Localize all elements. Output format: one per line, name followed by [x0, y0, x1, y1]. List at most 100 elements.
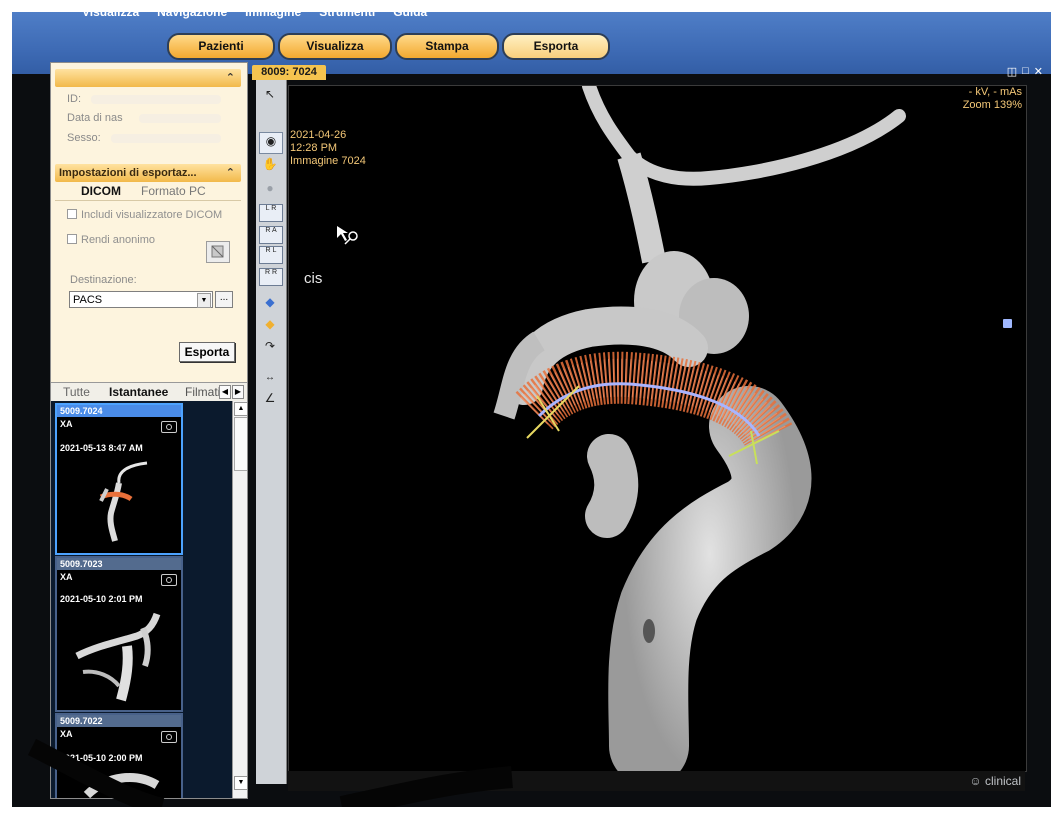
pointer-tool-icon[interactable]: ↖ — [259, 86, 281, 102]
orientation-rl-icon[interactable]: R L — [259, 246, 283, 264]
tab-pazienti[interactable]: Pazienti — [167, 33, 275, 60]
image-number: Immagine 7024 — [290, 155, 366, 167]
tab-esporta[interactable]: Esporta — [502, 33, 610, 60]
chevron-right-icon[interactable]: ▶ — [232, 385, 244, 399]
tab-scroll-arrows: ◀ ▶ — [219, 385, 244, 399]
thumbnail-scrollbar[interactable]: ▲ ▼ — [232, 401, 247, 798]
redacted-dob — [139, 114, 221, 123]
thumbnail-list: 5009.7024 XA 2021-05-13 8:47 AM 5009.702… — [51, 401, 247, 798]
maximize-icon[interactable]: □ — [1022, 65, 1029, 78]
orientation-label: cis — [304, 270, 323, 287]
tab-stampa[interactable]: Stampa — [395, 33, 499, 60]
destination-value: PACS — [73, 294, 103, 306]
window-controls: ◫ □ ✕ — [1007, 65, 1043, 78]
study-date: 2021-04-26 — [290, 129, 347, 141]
measure-ruler-icon[interactable]: ↔ — [259, 370, 281, 386]
status-bar: ☺ clinical — [288, 771, 1025, 791]
tab-visualizza[interactable]: Visualizza — [278, 33, 392, 60]
redacted-id — [91, 95, 221, 104]
chevron-down-icon[interactable]: ▼ — [234, 776, 247, 790]
destination-browse-button[interactable]: ... — [215, 291, 233, 308]
rotate-3d-tool-icon[interactable]: ◉ — [259, 132, 283, 154]
tab-filmati[interactable]: Filmati — [185, 385, 220, 399]
angle-tool-icon[interactable]: ∠ — [259, 390, 281, 406]
patient-sex-label: Sesso: — [67, 132, 101, 144]
patient-id-label: ID: — [67, 93, 82, 105]
kv-mas-readout: - kV, - mAs — [968, 86, 1022, 98]
thumbnail-modality: XA — [60, 729, 73, 739]
patient-section-header[interactable]: ⌃ — [55, 69, 241, 87]
include-viewer-checkbox[interactable] — [67, 209, 77, 219]
menu-item-strumenti[interactable]: Strumenti — [319, 12, 375, 21]
main-tabs: Pazienti Visualizza Stampa Esporta — [167, 33, 610, 60]
zoom-tool-icon[interactable]: ● — [259, 180, 281, 196]
menu-item-immagine[interactable]: Immagine — [245, 12, 301, 21]
menu-item-visualizza[interactable]: Visualizza — [82, 12, 139, 21]
thumbnail-id: 5009.7024 — [57, 405, 181, 417]
menu-bar: Visualizza Navigazione Immagine Strument… — [82, 12, 427, 21]
thumbnail-date: 2021-05-10 2:00 PM — [60, 753, 143, 763]
thumbnail-item[interactable]: 5009.7023 XA 2021-05-10 2:01 PM — [55, 556, 183, 712]
thumbnail-id: 5009.7022 — [57, 715, 181, 727]
layout-icon[interactable]: ◫ — [1007, 65, 1017, 78]
anonymize-settings-icon[interactable] — [206, 241, 230, 263]
chevron-down-icon[interactable]: ▼ — [197, 293, 211, 308]
vessel-3d-render — [337, 86, 906, 771]
thumbnail-modality: XA — [60, 419, 73, 429]
orientation-rr-icon[interactable]: R R — [259, 268, 283, 286]
status-text: ☺ clinical — [969, 774, 1021, 788]
destination-select[interactable]: PACS ▼ — [69, 291, 213, 308]
thumbnail-date: 2021-05-13 8:47 AM — [60, 443, 143, 453]
monitor-screen: Visualizza Navigazione Immagine Strument… — [12, 12, 1051, 807]
tab-istantanee[interactable]: Istantanee — [109, 385, 168, 399]
menu-item-guida[interactable]: Guida — [393, 12, 427, 21]
thumbnail-modality: XA — [60, 572, 73, 582]
export-settings-title: Impostazioni di esportaz... — [59, 167, 197, 179]
viewport-marker[interactable] — [1003, 319, 1012, 328]
thumbnail-date: 2021-05-10 2:01 PM — [60, 594, 143, 604]
export-button[interactable]: Esporta — [179, 342, 235, 362]
thumbnail-image — [99, 461, 148, 542]
status-label: clinical — [984, 774, 1021, 788]
thumbnail-item[interactable]: 5009.7024 XA 2021-05-13 8:47 AM — [55, 403, 183, 555]
thumbnail-tabs: Tutte Istantanee Filmati ◀ ▶ — [51, 382, 247, 402]
anonymize-option[interactable]: Rendi anonimo — [67, 234, 155, 246]
include-viewer-label: Includi visualizzatore DICOM — [81, 209, 223, 221]
thumbnail-id: 5009.7023 — [57, 558, 181, 570]
close-icon[interactable]: ✕ — [1034, 65, 1043, 78]
subtab-dicom[interactable]: DICOM — [81, 184, 121, 198]
thumbnail-image — [75, 612, 161, 702]
chevron-left-icon[interactable]: ◀ — [219, 385, 231, 399]
diamond-blue-icon[interactable]: ◆ — [259, 294, 281, 310]
camera-icon — [161, 421, 177, 433]
scrollbar-thumb[interactable] — [234, 417, 247, 471]
pan-hand-icon[interactable]: ✋ — [259, 156, 281, 172]
redacted-sex — [111, 134, 221, 143]
step-icon[interactable]: ↷ — [259, 338, 281, 354]
study-time: 12:28 PM — [290, 142, 338, 154]
thumbnail-image — [83, 773, 160, 798]
subtab-divider — [55, 200, 241, 201]
camera-icon — [161, 574, 177, 586]
orientation-lr-icon[interactable]: L R — [259, 204, 283, 222]
user-icon: ☺ — [969, 774, 982, 788]
viewport-tab[interactable]: 8009: 7024 — [252, 65, 326, 80]
diamond-orange-icon[interactable]: ◆ — [259, 316, 281, 332]
collapse-chevron-icon[interactable]: ⌃ — [226, 69, 235, 87]
anonymize-checkbox[interactable] — [67, 234, 77, 244]
include-viewer-option[interactable]: Includi visualizzatore DICOM — [67, 209, 222, 221]
left-panel: ⌃ ID: Data di nas Sesso: Impostazioni di… — [50, 62, 248, 799]
zoom-readout: Zoom 139% — [962, 99, 1022, 111]
chevron-up-icon[interactable]: ▲ — [234, 402, 247, 416]
export-settings-header[interactable]: Impostazioni di esportaz... ⌃ — [55, 164, 241, 182]
subtab-formato-pc[interactable]: Formato PC — [141, 184, 206, 198]
tool-strip: ↖ ◉ ✋ ● L R R A R L R R ◆ ◆ ↷ ↔ ∠ — [256, 80, 287, 784]
collapse-chevron-icon[interactable]: ⌃ — [226, 164, 235, 182]
menu-item-navigazione[interactable]: Navigazione — [157, 12, 227, 21]
camera-icon — [161, 731, 177, 743]
destination-label: Destinazione: — [70, 274, 137, 286]
image-viewport[interactable]: 2021-04-26 12:28 PM Immagine 7024 - kV, … — [288, 85, 1027, 772]
orientation-ap-icon[interactable]: R A — [259, 226, 283, 244]
tab-tutte[interactable]: Tutte — [63, 385, 90, 399]
thumbnail-item[interactable]: 5009.7022 XA 2021-05-10 2:00 PM — [55, 713, 183, 798]
